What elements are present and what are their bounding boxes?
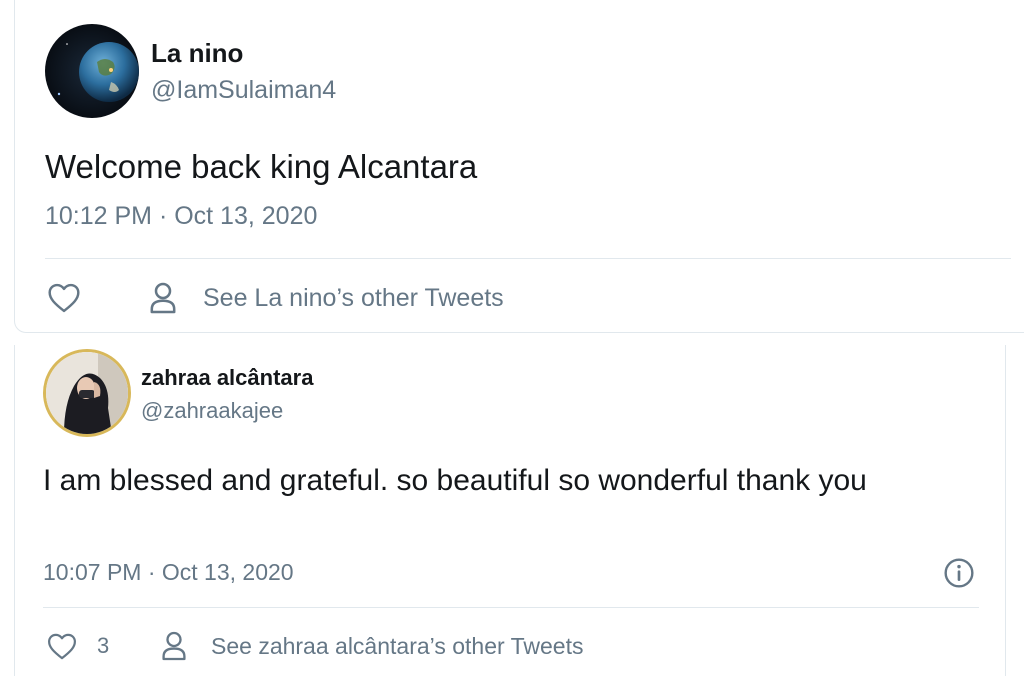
screenshot-canvas: La nino @IamSulaiman4 Welcome back king … bbox=[0, 0, 1024, 676]
author-handle[interactable]: @IamSulaiman4 bbox=[151, 76, 336, 105]
info-button[interactable] bbox=[943, 557, 975, 589]
avatar[interactable] bbox=[43, 349, 131, 437]
tweet-text: Welcome back king Alcantara bbox=[45, 148, 478, 185]
like-button[interactable] bbox=[47, 282, 81, 314]
person-outline-icon bbox=[162, 631, 186, 661]
avatar[interactable] bbox=[45, 24, 139, 118]
heart-outline-icon bbox=[48, 633, 76, 659]
person-in-hijab-icon bbox=[46, 352, 128, 434]
tweet-card[interactable]: La nino @IamSulaiman4 Welcome back king … bbox=[14, 0, 1024, 333]
tweet-timestamp[interactable]: 10:07 PM · Oct 13, 2020 bbox=[43, 559, 294, 586]
see-other-tweets-link[interactable]: See La nino’s other Tweets bbox=[149, 280, 504, 316]
author-name[interactable]: zahraa alcântara bbox=[141, 365, 313, 391]
like-button[interactable]: 3 bbox=[47, 631, 109, 661]
see-other-tweets-label: See La nino’s other Tweets bbox=[203, 283, 504, 312]
person-outline-icon bbox=[150, 282, 176, 314]
like-count: 3 bbox=[97, 633, 110, 658]
author-handle[interactable]: @zahraakajee bbox=[141, 398, 283, 424]
info-circle-icon bbox=[944, 558, 974, 588]
tweet-text: I am blessed and grateful. so beautiful … bbox=[43, 464, 867, 497]
heart-outline-icon bbox=[48, 283, 80, 313]
divider bbox=[45, 258, 1011, 259]
author-name[interactable]: La nino bbox=[151, 38, 243, 69]
tweet-card[interactable]: zahraa alcântara @zahraakajee I am bless… bbox=[14, 345, 1006, 676]
see-other-tweets-label: See zahraa alcântara’s other Tweets bbox=[211, 632, 584, 659]
see-other-tweets-link[interactable]: See zahraa alcântara’s other Tweets bbox=[161, 629, 584, 663]
tweet-timestamp[interactable]: 10:12 PM · Oct 13, 2020 bbox=[45, 202, 317, 231]
earth-from-space-icon bbox=[45, 24, 139, 118]
divider bbox=[43, 607, 979, 608]
